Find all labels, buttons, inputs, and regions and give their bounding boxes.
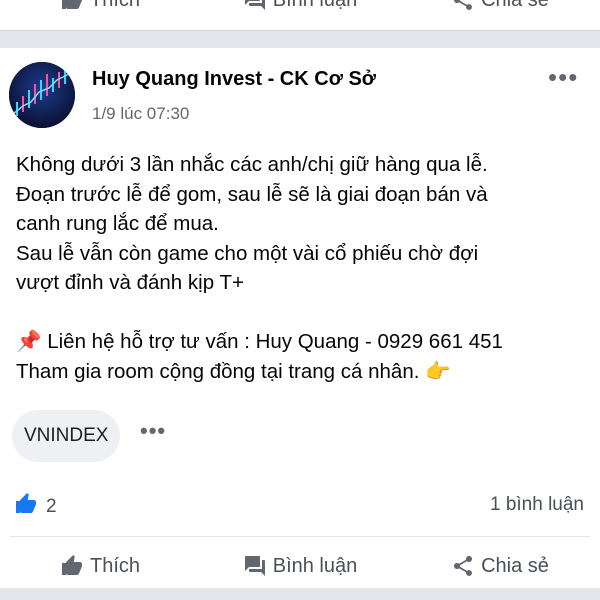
- post-text-line: Không dưới 3 lần nhắc các anh/chị giữ hà…: [16, 153, 488, 176]
- comment-button[interactable]: Bình luận: [200, 554, 400, 578]
- hashtag-chip-vnindex[interactable]: VNINDEX: [12, 410, 121, 462]
- feed-divider: [0, 30, 600, 48]
- post-text-line: canh rung lắc để mua.: [16, 212, 219, 235]
- more-tags-button[interactable]: •••: [140, 418, 166, 444]
- comment-icon: [244, 556, 265, 576]
- comment-icon: [244, 0, 265, 10]
- avatar[interactable]: [9, 62, 75, 128]
- like-count: 2: [46, 496, 57, 517]
- action-separator: [10, 536, 590, 537]
- share-icon: [454, 556, 473, 576]
- thumbs-up-icon: [61, 0, 82, 9]
- share-label: Chia sẻ: [481, 554, 549, 577]
- post-timestamp[interactable]: 1/9 lúc 07:30: [92, 104, 189, 124]
- like-button[interactable]: Thích: [0, 554, 200, 578]
- post-action-bar: Thích Bình luận Chia sẻ: [0, 544, 600, 588]
- post-author-name[interactable]: Huy Quang Invest - CK Cơ Sở: [92, 68, 376, 91]
- thumbs-up-icon: [61, 555, 82, 575]
- previous-post-action-bar: Thích Bình luận Chia sẻ: [0, 0, 600, 22]
- like-button-top[interactable]: Thích: [0, 0, 200, 12]
- share-label-top: Chia sẻ: [481, 0, 549, 12]
- like-label-top: Thích: [90, 0, 140, 12]
- comment-label-top: Bình luận: [273, 0, 358, 12]
- like-label: Thích: [89, 554, 141, 577]
- post-text-blank-line: [16, 298, 591, 328]
- comment-label: Bình luận: [272, 554, 358, 577]
- post-text-line: Đoạn trước lễ để gom, sau lễ sẽ là giai …: [16, 182, 488, 206]
- post-text-line: Sau lễ vẫn còn game cho một vài cổ phiếu…: [16, 241, 479, 265]
- post-text-line: Tham gia room cộng đồng tại trang cá nhâ…: [16, 359, 451, 383]
- post-content: Không dưới 3 lần nhắc các anh/chị giữ hà…: [16, 150, 591, 386]
- feed-divider-bottom: [0, 588, 600, 600]
- post-text-line: vượt đỉnh và đánh kịp T+: [16, 271, 244, 294]
- comment-button-top[interactable]: Bình luận: [200, 0, 400, 12]
- like-reaction-icon: [14, 492, 38, 522]
- comment-count-link[interactable]: 1 bình luận: [490, 494, 584, 516]
- more-options-icon[interactable]: •••: [548, 62, 578, 93]
- share-button-top[interactable]: Chia sẻ: [400, 0, 600, 12]
- share-button[interactable]: Chia sẻ: [400, 554, 600, 578]
- post-text-line: 📌 Liên hệ hỗ trợ tư vấn : Huy Quang - 09…: [16, 330, 503, 353]
- reaction-summary[interactable]: 2: [14, 492, 57, 522]
- stock-chart-avatar-image: [9, 62, 75, 128]
- share-icon: [454, 0, 473, 10]
